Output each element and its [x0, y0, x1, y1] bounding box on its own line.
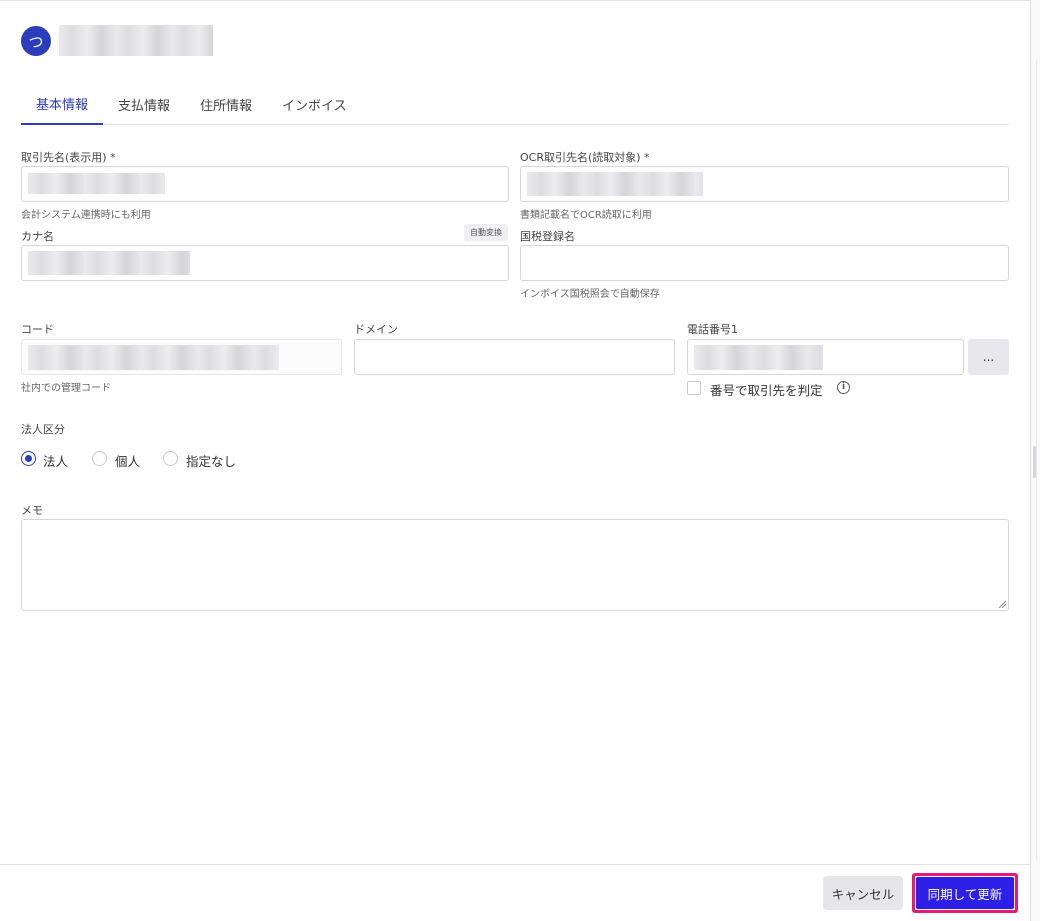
redacted-value — [28, 251, 190, 275]
code-label: コード — [21, 323, 54, 336]
domain-input[interactable] — [354, 339, 675, 375]
ocr-name-input[interactable] — [520, 166, 1009, 202]
redacted-value — [28, 345, 279, 370]
display-name-input[interactable] — [21, 166, 509, 202]
redacted-value — [527, 172, 703, 196]
radio-individual[interactable] — [92, 451, 107, 466]
sync-update-button[interactable]: 同期して更新 — [912, 873, 1018, 913]
phone-match-label[interactable]: 番号で取引先を判定 — [710, 380, 823, 399]
tax-name-input[interactable] — [520, 245, 1009, 281]
phone-input[interactable] — [687, 339, 964, 375]
ocr-name-label: OCR取引先名(読取対象) * — [520, 151, 650, 164]
radio-unspecified[interactable] — [163, 451, 178, 466]
display-name-label: 取引先名(表示用) * — [21, 151, 116, 164]
kana-label: カナ名 — [21, 230, 54, 243]
resize-handle[interactable] — [1033, 446, 1036, 478]
info-icon[interactable]: i — [837, 381, 850, 394]
kana-input[interactable] — [21, 245, 509, 281]
tab-invoice[interactable]: インボイス — [267, 84, 362, 124]
radio-unspecified-label[interactable]: 指定なし — [186, 451, 236, 470]
cancel-button[interactable]: キャンセル — [823, 876, 903, 910]
scrollbar-track[interactable] — [1031, 0, 1040, 921]
radio-corporation[interactable] — [21, 451, 36, 466]
radio-individual-label[interactable]: 個人 — [115, 451, 140, 470]
memo-label: メモ — [21, 504, 43, 517]
resize-grip-icon[interactable] — [998, 600, 1006, 608]
radio-corporation-label[interactable]: 法人 — [43, 451, 68, 470]
avatar: つ — [21, 26, 51, 56]
redacted-value — [28, 173, 165, 194]
tab-bar: 基本情報 支払情報 住所情報 インボイス — [21, 84, 1009, 125]
tax-name-help: インボイス国税照会で自動保存 — [520, 289, 660, 300]
memo-textarea[interactable] — [21, 519, 1009, 611]
phone-match-checkbox[interactable] — [687, 381, 701, 395]
tab-payment-info[interactable]: 支払情報 — [103, 84, 185, 124]
tax-name-label: 国税登録名 — [520, 230, 575, 243]
divider — [1036, 60, 1037, 860]
tab-basic-info[interactable]: 基本情報 — [21, 84, 104, 125]
code-help: 社内での管理コード — [21, 383, 111, 394]
tab-address-info[interactable]: 住所情報 — [185, 84, 267, 124]
domain-label: ドメイン — [354, 323, 398, 336]
auto-convert-badge[interactable]: 自動変換 — [464, 224, 508, 241]
phone-more-button[interactable]: ... — [968, 339, 1009, 375]
form-panel — [0, 0, 1031, 921]
sync-update-label: 同期して更新 — [916, 877, 1014, 909]
code-input[interactable] — [21, 339, 342, 375]
client-name-redacted — [59, 25, 213, 56]
corp-type-label: 法人区分 — [21, 423, 65, 436]
redacted-value — [694, 345, 823, 370]
display-name-help: 会計システム連携時にも利用 — [21, 210, 151, 221]
phone-label: 電話番号1 — [687, 323, 738, 336]
ocr-name-help: 書類記載名でOCR読取に利用 — [520, 210, 652, 221]
